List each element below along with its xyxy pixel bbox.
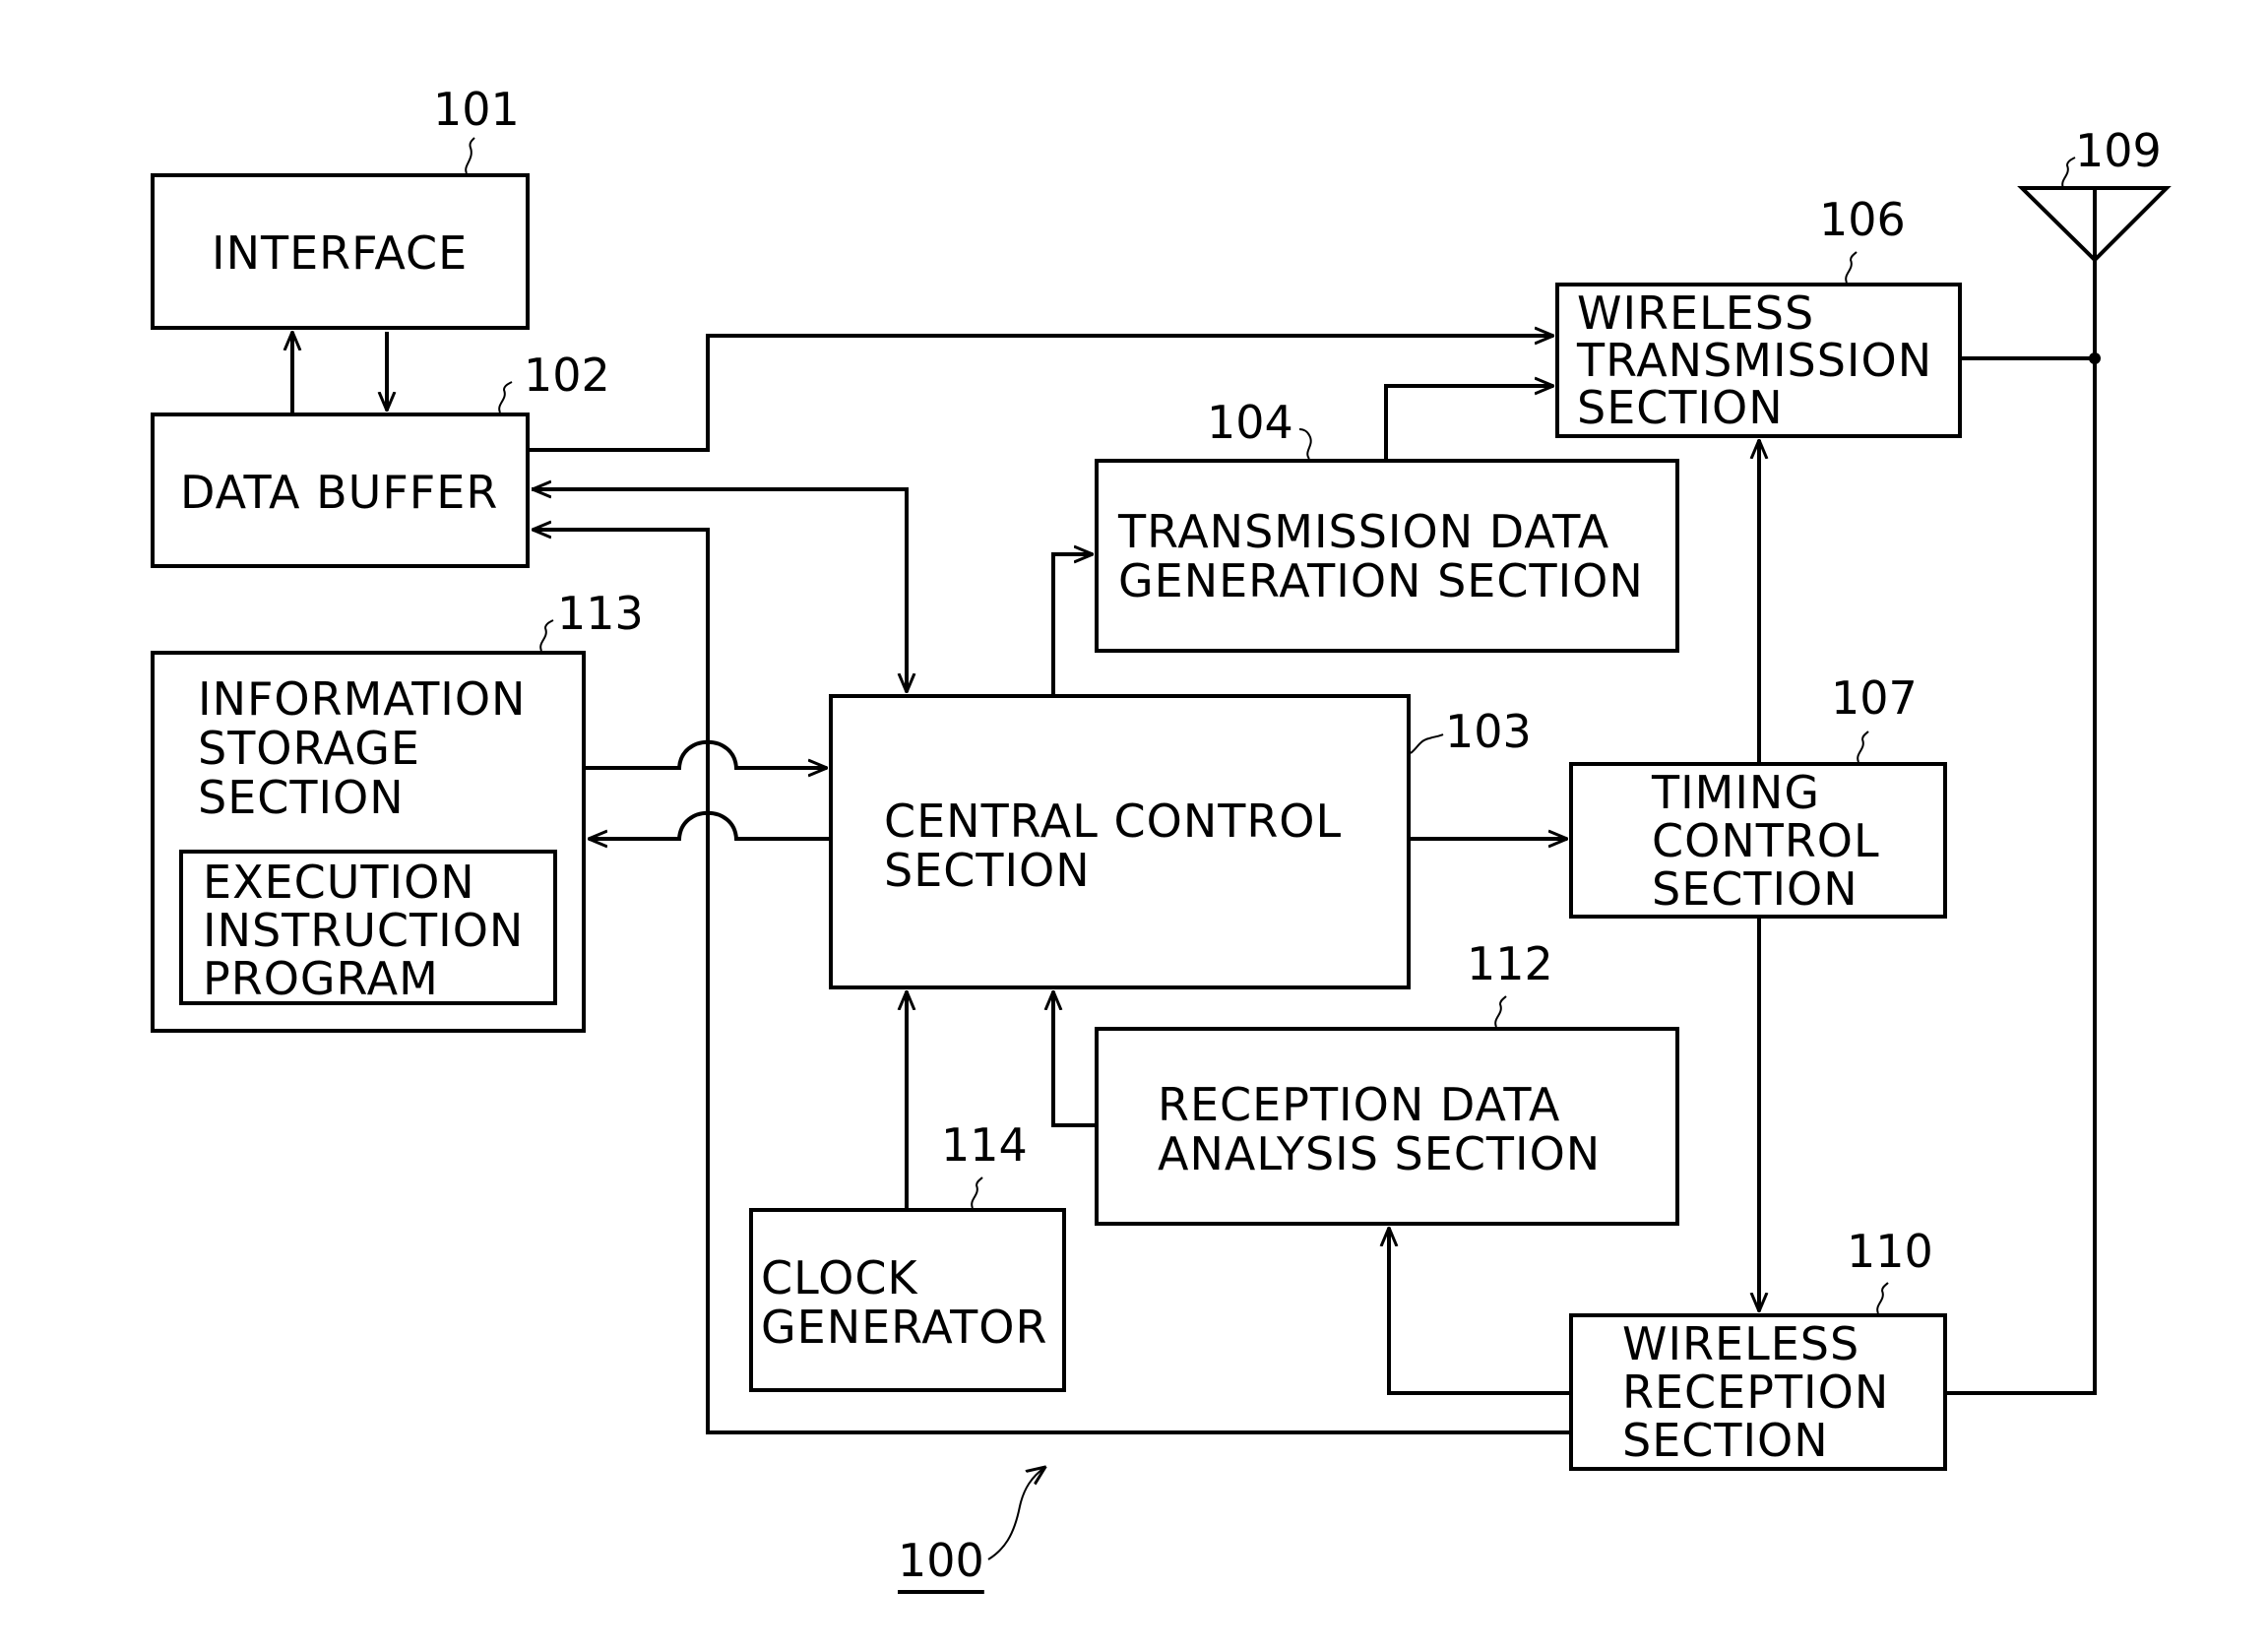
wireless-rx-label-3: SECTION xyxy=(1622,1414,1829,1467)
wireless-reception-block: WIRELESS RECEPTION SECTION xyxy=(1569,1313,1947,1471)
leader-110 xyxy=(1876,1282,1889,1314)
wire-txgen-to-wireless-tx xyxy=(1384,386,1553,459)
leader-101 xyxy=(465,137,475,174)
information-storage-label-1: INFORMATION xyxy=(198,672,527,726)
wireless-rx-label-2: RECEPTION xyxy=(1622,1366,1890,1419)
ref-106: 106 xyxy=(1819,193,1906,246)
rxanalysis-label-2: ANALYSIS SECTION xyxy=(1158,1127,1602,1180)
ref-110: 110 xyxy=(1847,1225,1933,1278)
execution-label-3: PROGRAM xyxy=(203,952,439,1005)
wire-databuffer-to-wireless-tx xyxy=(530,336,1553,452)
timing-label-1: TIMING xyxy=(1652,766,1820,819)
ref-103: 103 xyxy=(1445,705,1532,758)
ref-101: 101 xyxy=(433,83,520,136)
ref-114: 114 xyxy=(941,1118,1028,1172)
execution-instruction-program-block: EXECUTION INSTRUCTION PROGRAM xyxy=(179,850,557,1005)
execution-label-1: EXECUTION xyxy=(203,856,475,909)
wireless-rx-label-1: WIRELESS xyxy=(1622,1317,1860,1370)
leader-114 xyxy=(971,1176,983,1209)
data-buffer-block: DATA BUFFER xyxy=(151,413,530,568)
wireless-tx-label-2: TRANSMISSION xyxy=(1577,334,1933,387)
ref-109: 109 xyxy=(2075,124,2162,177)
leader-109 xyxy=(2061,157,2076,189)
clock-label-2: GENERATOR xyxy=(761,1301,1048,1354)
ref-100: 100 xyxy=(898,1534,984,1587)
clock-label-1: CLOCK xyxy=(761,1251,918,1304)
central-control-label-1: CENTRAL CONTROL xyxy=(884,794,1343,848)
ref-113: 113 xyxy=(557,587,644,640)
wire-antenna-mast xyxy=(1947,188,2097,1395)
wireless-tx-label-1: WIRELESS xyxy=(1577,286,1815,340)
timing-label-2: CONTROL xyxy=(1652,814,1880,867)
central-control-label-2: SECTION xyxy=(884,844,1091,897)
txgen-label-2: GENERATION SECTION xyxy=(1118,554,1644,607)
wireless-tx-label-3: SECTION xyxy=(1577,381,1784,434)
wireless-transmission-block: WIRELESS TRANSMISSION SECTION xyxy=(1555,283,1962,438)
information-storage-label-3: SECTION xyxy=(198,771,405,824)
txgen-label-1: TRANSMISSION DATA xyxy=(1118,505,1610,558)
wire-wireless-rx-to-rxanalysis xyxy=(1389,1228,1569,1395)
leader-106 xyxy=(1845,251,1858,284)
clock-generator-block: CLOCK GENERATOR xyxy=(749,1208,1066,1392)
ref-102: 102 xyxy=(524,349,610,402)
wire-rxanalysis-to-central xyxy=(1053,991,1095,1127)
leader-103 xyxy=(1410,733,1444,754)
reception-data-analysis-block: RECEPTION DATA ANALYSIS SECTION xyxy=(1095,1027,1679,1226)
timing-label-3: SECTION xyxy=(1652,862,1858,916)
ref-104: 104 xyxy=(1207,396,1293,449)
leader-113 xyxy=(539,619,554,652)
leader-112 xyxy=(1494,995,1507,1028)
ref-107: 107 xyxy=(1831,671,1918,725)
rxanalysis-label-1: RECEPTION DATA xyxy=(1158,1078,1561,1131)
interface-label: INTERFACE xyxy=(212,226,469,280)
junction-dot xyxy=(2089,352,2101,364)
transmission-data-generation-block: TRANSMISSION DATA GENERATION SECTION xyxy=(1095,459,1679,653)
data-buffer-label: DATA BUFFER xyxy=(180,466,499,519)
ref-112: 112 xyxy=(1467,937,1553,990)
execution-label-2: INSTRUCTION xyxy=(203,904,525,957)
wire-central-to-txgen xyxy=(1051,554,1093,694)
leader-104 xyxy=(1298,428,1312,460)
interface-block: INTERFACE xyxy=(151,173,530,330)
leader-107 xyxy=(1857,731,1869,763)
central-control-block: CENTRAL CONTROL SECTION xyxy=(829,694,1411,989)
leader-100 xyxy=(987,1467,1045,1560)
timing-control-block: TIMING CONTROL SECTION xyxy=(1569,762,1947,919)
leader-102 xyxy=(498,381,513,413)
information-storage-label-2: STORAGE xyxy=(198,722,420,775)
